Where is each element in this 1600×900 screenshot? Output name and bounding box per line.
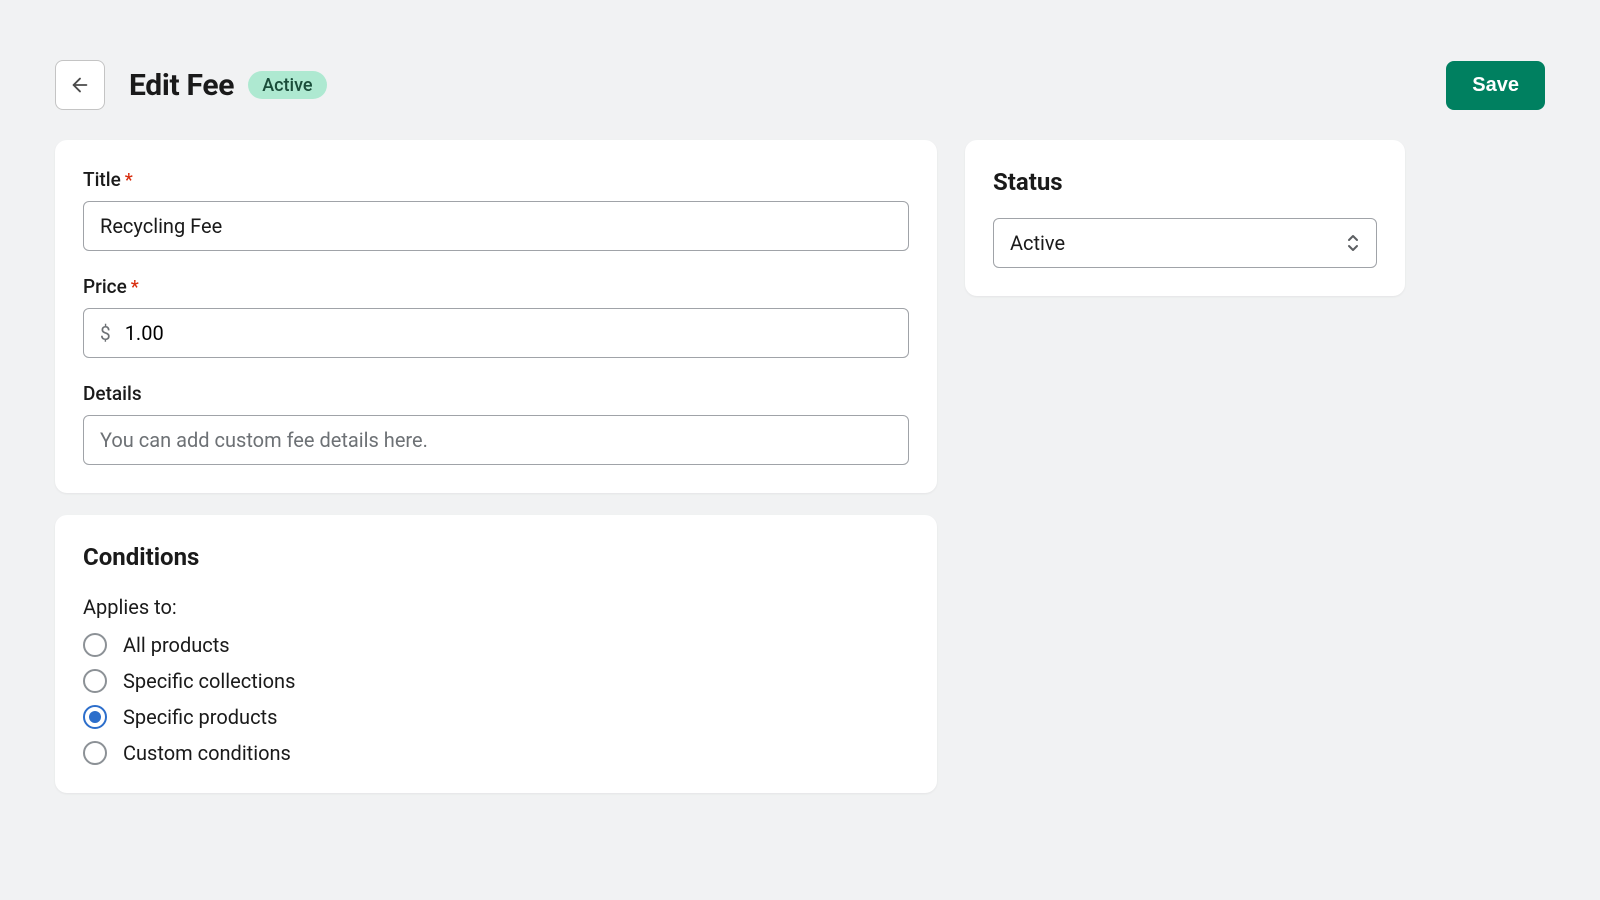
title-input[interactable] bbox=[83, 201, 909, 251]
page-title: Edit Fee bbox=[129, 68, 234, 103]
radio-custom-conditions[interactable]: Custom conditions bbox=[83, 741, 909, 765]
status-badge: Active bbox=[248, 71, 326, 99]
radio-specific-collections[interactable]: Specific collections bbox=[83, 669, 909, 693]
conditions-card: Conditions Applies to: All products Spec… bbox=[55, 515, 937, 793]
save-button[interactable]: Save bbox=[1446, 61, 1545, 110]
status-select[interactable]: Active bbox=[993, 218, 1377, 268]
page-header: Edit Fee Active Save bbox=[55, 60, 1545, 110]
chevron-updown-icon bbox=[1346, 234, 1360, 252]
arrow-left-icon bbox=[69, 74, 91, 96]
price-label: Price* bbox=[83, 275, 909, 298]
status-select-value: Active bbox=[1010, 231, 1065, 255]
radio-label: Specific collections bbox=[123, 669, 295, 693]
radio-icon bbox=[83, 633, 107, 657]
conditions-heading: Conditions bbox=[83, 543, 909, 571]
details-label: Details bbox=[83, 382, 909, 405]
currency-symbol: $ bbox=[84, 322, 115, 345]
status-heading: Status bbox=[993, 168, 1377, 196]
radio-icon bbox=[83, 705, 107, 729]
title-label: Title* bbox=[83, 168, 909, 191]
price-input-wrap: $ bbox=[83, 308, 909, 358]
back-button[interactable] bbox=[55, 60, 105, 110]
applies-to-radio-group: All products Specific collections Specif… bbox=[83, 633, 909, 765]
radio-label: All products bbox=[123, 633, 230, 657]
radio-label: Specific products bbox=[123, 705, 277, 729]
radio-specific-products[interactable]: Specific products bbox=[83, 705, 909, 729]
price-input[interactable] bbox=[115, 309, 908, 357]
radio-icon bbox=[83, 741, 107, 765]
status-card: Status Active bbox=[965, 140, 1405, 296]
details-input[interactable] bbox=[83, 415, 909, 465]
radio-label: Custom conditions bbox=[123, 741, 291, 765]
fee-details-card: Title* Price* $ Details bbox=[55, 140, 937, 493]
applies-to-label: Applies to: bbox=[83, 595, 909, 619]
radio-all-products[interactable]: All products bbox=[83, 633, 909, 657]
radio-icon bbox=[83, 669, 107, 693]
